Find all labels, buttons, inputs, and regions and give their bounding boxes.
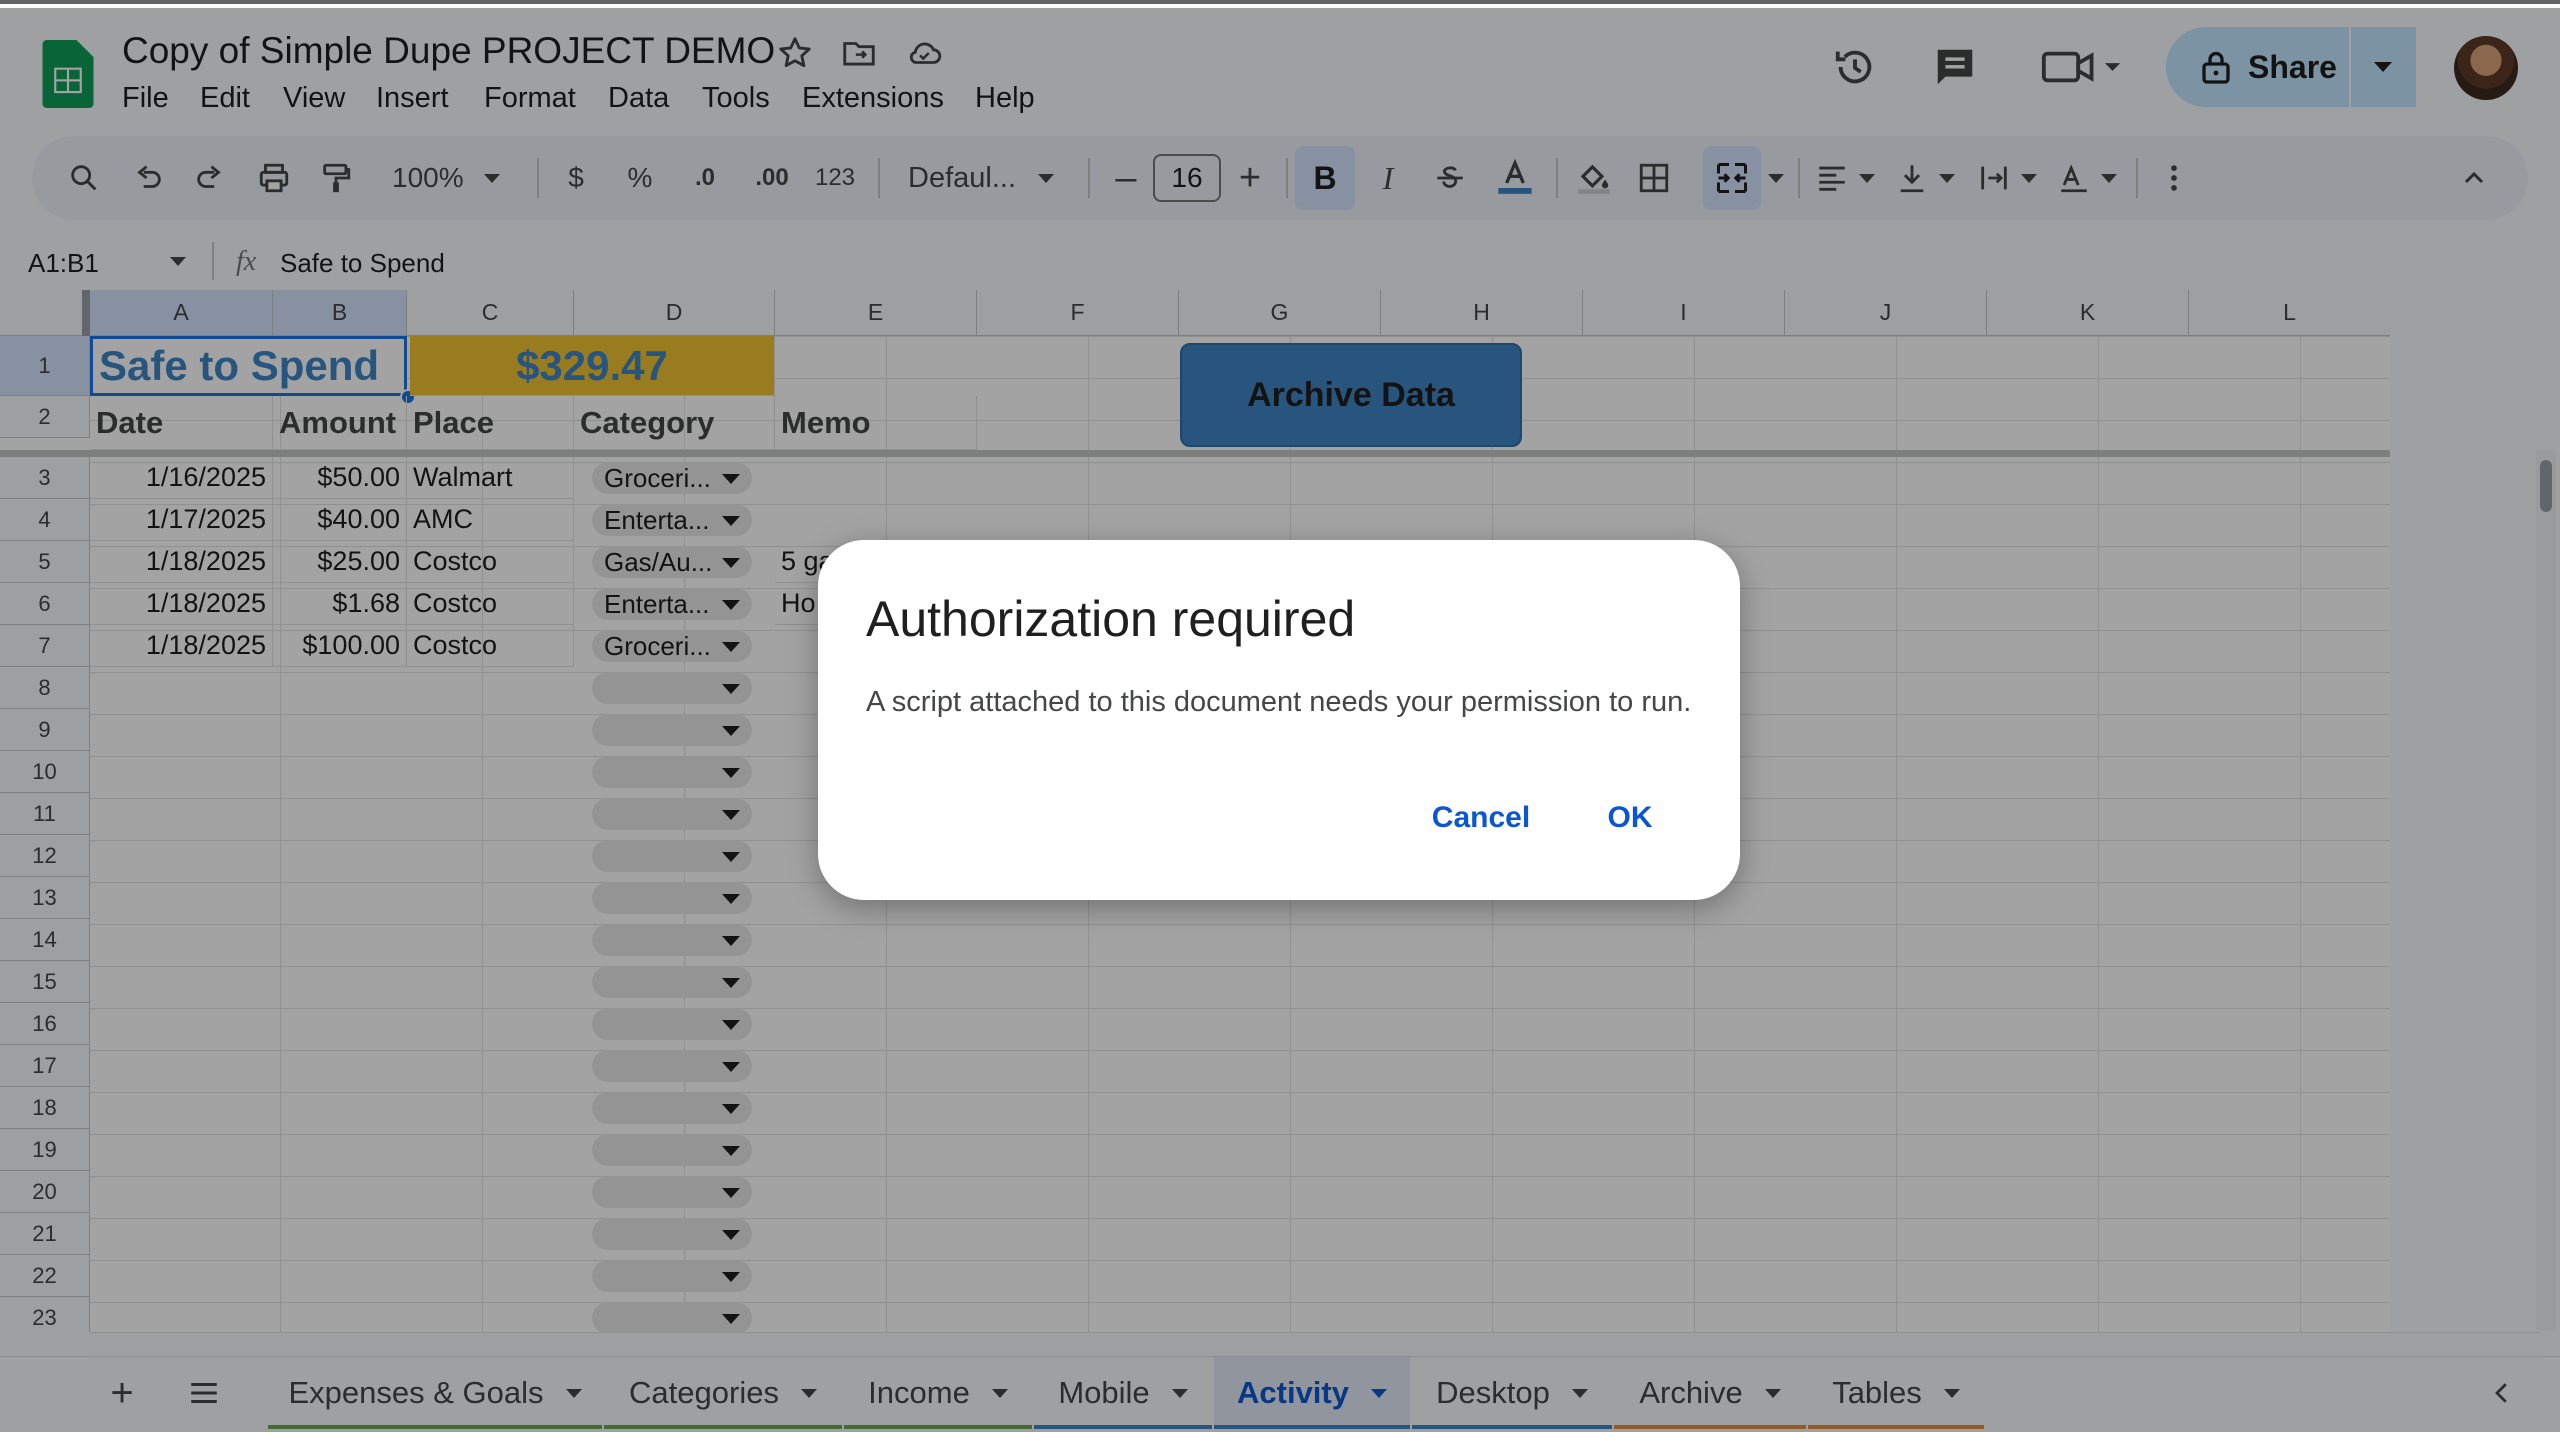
- ok-button[interactable]: OK: [1592, 790, 1668, 846]
- dialog-message: A script attached to this document needs…: [866, 686, 1692, 718]
- authorization-dialog: Authorization required A script attached…: [818, 540, 1740, 900]
- cancel-button[interactable]: Cancel: [1410, 790, 1552, 846]
- sheets-app: Copy of Simple Dupe PROJECT DEMO File Ed…: [0, 0, 2560, 1432]
- dialog-title: Authorization required: [866, 591, 1356, 647]
